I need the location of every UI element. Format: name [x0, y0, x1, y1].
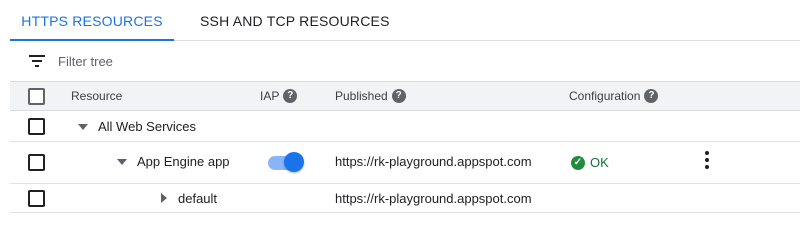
column-header-iap: IAP?: [260, 82, 298, 110]
filter-bar: [10, 41, 800, 82]
row-checkbox[interactable]: [28, 118, 45, 135]
table-row[interactable]: default https://rk-playground.appspot.co…: [10, 184, 800, 213]
published-url[interactable]: https://rk-playground.appspot.com: [335, 191, 532, 206]
column-label-iap: IAP: [260, 89, 280, 103]
row-checkbox[interactable]: [28, 190, 45, 207]
expand-arrow-down-icon[interactable]: [117, 159, 127, 165]
more-vert-icon[interactable]: [702, 151, 712, 171]
column-header-configuration: Configuration?: [569, 82, 659, 110]
tab-ssh-tcp-resources[interactable]: SSH AND TCP RESOURCES: [200, 0, 390, 40]
toggle-thumb: [284, 152, 304, 172]
iap-toggle[interactable]: [268, 152, 304, 172]
column-label-configuration: Configuration: [569, 89, 641, 103]
table-row[interactable]: All Web Services: [10, 111, 800, 142]
help-icon[interactable]: ?: [283, 88, 298, 103]
status-text: OK: [590, 155, 609, 170]
table-row[interactable]: App Engine app https://rk-playground.app…: [10, 142, 800, 184]
column-header-resource: Resource: [71, 82, 122, 110]
help-icon[interactable]: ?: [391, 88, 406, 103]
configuration-status: ✓ OK: [571, 155, 609, 171]
table-header: Resource IAP? Published? Configuration?: [10, 82, 800, 111]
expand-arrow-down-icon[interactable]: [78, 124, 88, 130]
filter-tree-input[interactable]: [58, 51, 558, 71]
resource-name: App Engine app: [137, 154, 230, 169]
check-circle-icon: ✓: [571, 155, 585, 170]
tab-https-resources[interactable]: HTTPS RESOURCES: [10, 0, 174, 41]
column-header-published: Published?: [335, 82, 406, 110]
column-label-resource: Resource: [71, 89, 123, 103]
filter-list-icon[interactable]: [29, 55, 45, 67]
resources-table: Resource IAP? Published? Configuration? …: [10, 82, 800, 213]
select-all-checkbox[interactable]: [28, 88, 45, 105]
row-checkbox[interactable]: [28, 154, 45, 171]
help-icon[interactable]: ?: [644, 88, 659, 103]
resource-tabs: HTTPS RESOURCES SSH AND TCP RESOURCES: [10, 0, 800, 41]
resource-name: All Web Services: [98, 119, 197, 134]
resource-name: default: [178, 191, 218, 206]
published-url[interactable]: https://rk-playground.appspot.com: [335, 154, 532, 169]
column-label-published: Published: [335, 89, 388, 103]
expand-arrow-right-icon[interactable]: [161, 193, 167, 203]
